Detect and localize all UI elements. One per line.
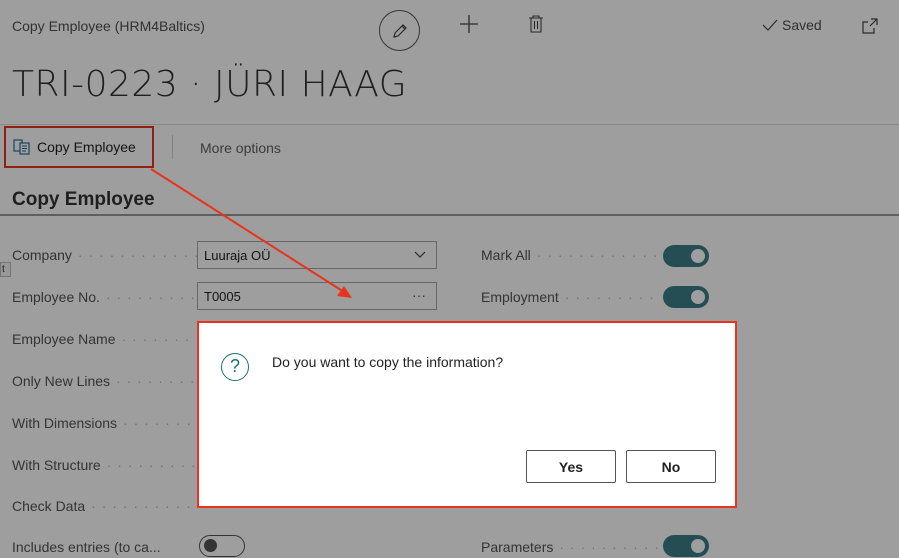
dialog-message: Do you want to copy the information? bbox=[272, 354, 504, 370]
yes-button[interactable]: Yes bbox=[526, 450, 616, 483]
no-button[interactable]: No bbox=[626, 450, 716, 483]
confirm-dialog: ? Do you want to copy the information? Y… bbox=[197, 321, 737, 508]
question-icon: ? bbox=[221, 353, 249, 381]
